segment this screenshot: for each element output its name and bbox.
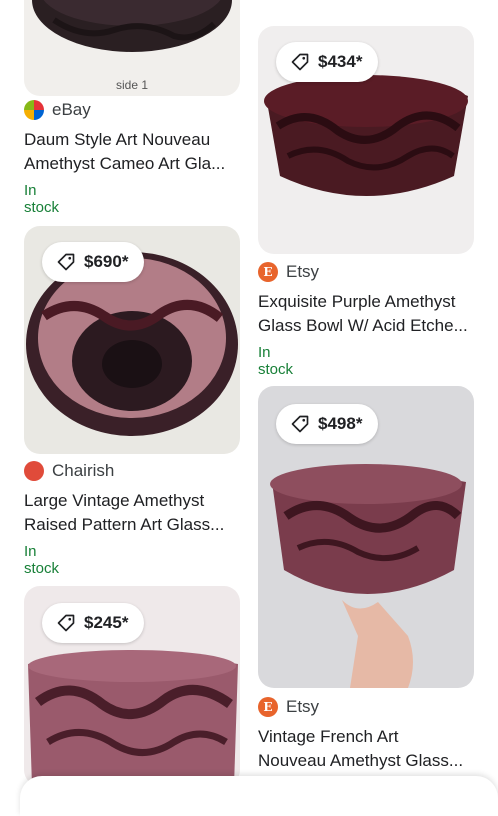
store-row: eBay <box>24 100 91 120</box>
chairish-logo-icon <box>24 461 44 481</box>
image-caption: side 1 <box>116 78 149 92</box>
bottom-sheet[interactable] <box>20 776 498 816</box>
ebay-logo-icon <box>24 100 44 120</box>
price-tag-icon <box>291 415 309 433</box>
price-chip: $690* <box>42 242 145 282</box>
price-chip: $434* <box>276 42 379 82</box>
price-tag-icon <box>57 614 75 632</box>
stock-status: In stock <box>24 543 60 577</box>
product-title[interactable]: Exquisite Purple Amethyst Glass Bowl W/ … <box>258 290 468 338</box>
store-name: eBay <box>52 100 91 119</box>
store-row: E Etsy <box>258 697 319 717</box>
stock-status: In stock <box>258 344 294 378</box>
store-name: Etsy <box>286 697 320 716</box>
price-chip: $245* <box>42 603 145 643</box>
store-name: Etsy <box>286 262 320 281</box>
store-name: Chairish <box>52 461 115 480</box>
product-image[interactable]: side 1 <box>24 0 240 96</box>
store-row: E Etsy <box>258 262 319 282</box>
store-row: Chairish <box>24 461 114 481</box>
product-title[interactable]: Daum Style Art Nouveau Amethyst Cameo Ar… <box>24 128 225 176</box>
etsy-logo-icon: E <box>258 697 278 717</box>
price-chip: $498* <box>276 404 379 444</box>
stock-status: In stock <box>24 182 60 216</box>
price-tag-icon <box>291 53 309 71</box>
product-title[interactable]: Vintage French Art Nouveau Amethyst Glas… <box>258 725 463 773</box>
etsy-logo-icon: E <box>258 262 278 282</box>
product-title[interactable]: Large Vintage Amethyst Raised Pattern Ar… <box>24 489 224 537</box>
price-tag-icon <box>57 253 75 271</box>
